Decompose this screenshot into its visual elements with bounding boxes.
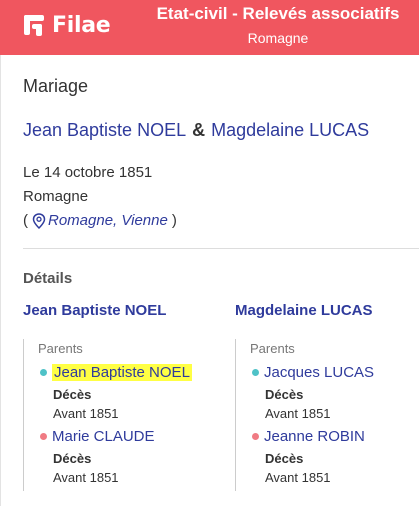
right-mother-event: Décès (265, 451, 304, 466)
header-bar: Filae Etat-civil - Relevés associatifs R… (0, 0, 419, 55)
spouse1-link[interactable]: Jean Baptiste NOEL (23, 120, 186, 140)
right-parents-label: Parents (250, 341, 295, 356)
spouse2-link[interactable]: Magdelaine LUCAS (211, 120, 369, 140)
details-heading: Détails (23, 270, 73, 287)
record-date: Le 14 octobre 1851 (23, 164, 153, 181)
left-parents-label: Parents (38, 341, 83, 356)
female-dot-icon (40, 433, 47, 440)
left-father-link[interactable]: Jean Baptiste NOEL (52, 364, 192, 381)
spouses-connector: & (192, 120, 206, 140)
filae-logo[interactable]: Filae (22, 10, 111, 40)
page-title: Etat-civil - Relevés associatifs (156, 4, 400, 23)
left-father-when: Avant 1851 (53, 406, 119, 421)
female-dot-icon (252, 433, 259, 440)
left-border (0, 55, 1, 506)
brand-name: Filae (52, 12, 111, 38)
left-mother-event: Décès (53, 451, 92, 466)
left-mother-item: Marie CLAUDE (40, 428, 155, 445)
left-person-heading[interactable]: Jean Baptiste NOEL (23, 302, 166, 319)
right-mother-item: Jeanne ROBIN (252, 428, 365, 445)
record-location: ( Romagne, Vienne ) (23, 212, 177, 229)
map-pin-icon (32, 212, 46, 229)
right-mother-when: Avant 1851 (265, 470, 331, 485)
record-type: Mariage (23, 76, 89, 96)
filae-logo-icon (24, 15, 44, 36)
left-mother-link[interactable]: Marie CLAUDE (52, 428, 155, 445)
right-father-event: Décès (265, 387, 304, 402)
record-commune: Romagne (23, 188, 89, 205)
male-dot-icon (40, 369, 47, 376)
right-mother-link[interactable]: Jeanne ROBIN (264, 428, 365, 445)
right-father-link[interactable]: Jacques LUCAS (264, 364, 374, 381)
location-link[interactable]: Romagne, Vienne (48, 212, 168, 229)
right-father-when: Avant 1851 (265, 406, 331, 421)
male-dot-icon (252, 369, 259, 376)
left-father-item: Jean Baptiste NOEL (40, 364, 192, 381)
left-mother-when: Avant 1851 (53, 470, 119, 485)
location-close-paren: ) (171, 212, 177, 229)
page-subtitle: Romagne (247, 30, 309, 46)
section-divider (23, 248, 419, 249)
right-person-heading[interactable]: Magdelaine LUCAS (235, 302, 373, 319)
right-father-item: Jacques LUCAS (252, 364, 374, 381)
right-tree-line (235, 339, 236, 491)
spouses-line: Jean Baptiste NOEL & Magdelaine LUCAS (23, 120, 369, 141)
location-open-paren: ( (23, 212, 28, 229)
left-tree-line (23, 339, 24, 491)
left-father-event: Décès (53, 387, 92, 402)
